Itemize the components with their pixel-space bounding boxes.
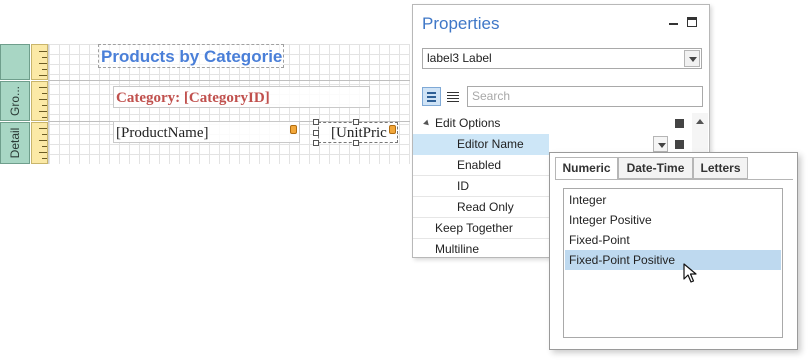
list-item[interactable]: Integer xyxy=(565,190,781,210)
property-marker-icon[interactable] xyxy=(675,140,684,149)
group-header-band-label: Gro... xyxy=(8,85,22,117)
data-binding-tag-icon[interactable] xyxy=(389,125,396,134)
category-label[interactable]: Category: [CategoryID] xyxy=(113,86,370,108)
object-selector[interactable]: label3 Label xyxy=(422,48,702,69)
tab-numeric[interactable]: Numeric xyxy=(555,157,618,180)
tab-date-time[interactable]: Date-Time xyxy=(618,157,693,179)
list-item[interactable]: Integer Positive xyxy=(565,210,781,230)
selection-handle[interactable] xyxy=(313,130,319,136)
selection-handle[interactable] xyxy=(353,140,359,146)
detail-band-label: Detail xyxy=(8,127,22,159)
list-item[interactable]: Fixed-Point xyxy=(565,230,781,250)
property-name: Read Only xyxy=(457,200,514,214)
list-item-selected[interactable]: Fixed-Point Positive xyxy=(565,250,781,270)
editor-name-dropdown-popup: Numeric Date-Time Letters Integer Intege… xyxy=(549,152,798,350)
group-header-band-strip[interactable]: Gro... xyxy=(0,81,30,121)
object-selector-value: label3 Label xyxy=(427,51,492,65)
property-search-input[interactable]: Search xyxy=(467,86,703,107)
band-separator xyxy=(48,80,410,81)
vertical-ruler-report-header xyxy=(31,44,48,80)
selection-handle[interactable] xyxy=(313,140,319,146)
property-name: Editor Name xyxy=(457,137,524,151)
maximize-icon[interactable] xyxy=(687,17,697,27)
detail-band-strip[interactable]: Detail xyxy=(0,122,30,164)
vertical-ruler-detail xyxy=(31,122,48,164)
property-name: Keep Together xyxy=(435,221,513,235)
selection-handle[interactable] xyxy=(353,119,359,125)
tab-letters[interactable]: Letters xyxy=(693,157,748,179)
dropdown-arrow-icon[interactable] xyxy=(653,136,668,152)
report-title-label[interactable]: Products by Categories xyxy=(98,44,284,68)
alphabetical-view-icon[interactable] xyxy=(444,87,463,106)
categorized-view-icon[interactable] xyxy=(422,87,441,106)
data-binding-tag-icon[interactable] xyxy=(290,125,297,134)
property-row-editor-name[interactable]: Editor Name xyxy=(413,134,549,155)
property-marker-icon[interactable] xyxy=(675,119,684,128)
property-name: Enabled xyxy=(457,158,502,172)
expander-icon[interactable] xyxy=(423,119,431,128)
selection-handle[interactable] xyxy=(313,119,319,125)
property-row-edit-options[interactable]: Edit Options xyxy=(413,113,709,134)
dropdown-arrow-icon[interactable] xyxy=(684,50,700,67)
editor-list[interactable]: Integer Integer Positive Fixed-Point Fix… xyxy=(563,188,783,338)
vertical-ruler-group-header xyxy=(31,81,48,121)
properties-panel-title: Properties xyxy=(422,14,500,33)
band-headers: Gro... Detail xyxy=(0,44,48,164)
product-name-label[interactable]: [ProductName] xyxy=(113,121,300,143)
pin-icon[interactable] xyxy=(669,18,679,28)
report-header-band-strip[interactable] xyxy=(0,44,30,80)
app-root: Gro... Detail Products by Categories Cat… xyxy=(0,0,810,364)
property-name: ID xyxy=(457,179,469,193)
property-name: Edit Options xyxy=(435,116,501,130)
mouse-pointer-icon xyxy=(683,263,697,283)
property-name: Multiline xyxy=(435,242,480,256)
